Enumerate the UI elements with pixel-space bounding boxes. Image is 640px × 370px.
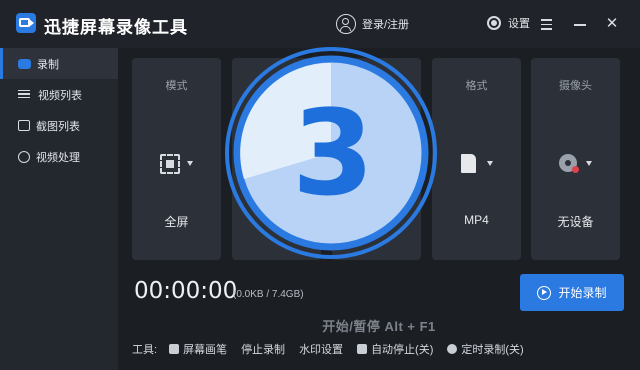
user-icon — [336, 14, 356, 34]
sidebar-item-screenshot-list[interactable]: 截图列表 — [0, 110, 118, 141]
file-icon — [461, 154, 476, 173]
tool-watermark[interactable]: 水印设置 — [299, 341, 343, 357]
option-card-format[interactable]: 格式 MP4 — [432, 58, 521, 260]
sidebar-item-record[interactable]: 录制 — [0, 48, 118, 79]
close-icon[interactable]: ✕ — [602, 14, 622, 34]
title-bar: 迅捷屏幕录像工具 登录/注册 设置 ✕ — [0, 0, 640, 48]
tools-icon — [18, 150, 30, 163]
login-label: 登录/注册 — [362, 19, 410, 31]
tool-label: 定时录制(关) — [461, 344, 524, 356]
list-icon — [18, 88, 32, 102]
tool-label: 水印设置 — [299, 344, 344, 356]
pen-icon — [169, 344, 180, 354]
clock-icon — [447, 344, 458, 354]
start-recording-button[interactable]: 开始录制 — [520, 274, 624, 311]
play-icon — [537, 285, 552, 300]
file-size-info: (0.0KB / 7.4GB) — [233, 289, 304, 300]
settings-button[interactable]: 设置 — [487, 15, 530, 31]
chevron-down-icon[interactable] — [586, 161, 592, 166]
app-logo-icon — [16, 13, 36, 33]
tool-label: 停止录制 — [241, 344, 286, 356]
card-value: 全屏 — [164, 215, 189, 229]
webcam-icon — [559, 154, 579, 173]
auto-stop-icon — [357, 344, 368, 354]
video-camera-icon — [18, 59, 31, 69]
tool-screen-pen[interactable]: 屏幕画笔 — [169, 341, 227, 357]
sidebar-item-label: 录制 — [37, 58, 59, 71]
menu-icon[interactable] — [536, 14, 556, 34]
minimize-icon[interactable] — [570, 14, 590, 34]
tools-label: 工具: — [132, 344, 158, 356]
tool-stop-recording[interactable]: 停止录制 — [241, 341, 285, 357]
image-icon — [18, 120, 30, 131]
tool-label: 自动停止(关) — [371, 344, 434, 356]
sidebar-item-label: 视频处理 — [36, 151, 80, 164]
sidebar-item-video-list[interactable]: 视频列表 — [0, 79, 118, 110]
settings-label: 设置 — [508, 18, 530, 30]
tools-bar: 工具: 屏幕画笔 停止录制 水印设置 自动停止(关) 定时录制(关) — [132, 338, 632, 360]
sidebar-item-label: 截图列表 — [36, 120, 80, 133]
card-title: 模式 — [165, 80, 188, 92]
card-title: 格式 — [465, 80, 488, 92]
tool-auto-stop[interactable]: 自动停止(关) — [357, 341, 433, 357]
card-value: MP4 — [464, 213, 489, 227]
tool-scheduled-recording[interactable]: 定时录制(关) — [447, 341, 524, 357]
option-card-webcam[interactable]: 摄像头 无设备 — [531, 58, 620, 260]
countdown-overlay: 3 — [225, 47, 437, 259]
sidebar-item-label: 视频列表 — [38, 89, 82, 102]
option-card-mode[interactable]: 模式 全屏 — [132, 58, 221, 260]
sidebar: 录制 视频列表 截图列表 视频处理 — [0, 48, 118, 370]
start-recording-label: 开始录制 — [558, 286, 607, 300]
hotkey-hint: 开始/暂停 Alt + F1 — [322, 319, 436, 334]
recording-timer: 00:00:00 — [134, 278, 238, 304]
login-button[interactable]: 登录/注册 — [336, 13, 409, 35]
sidebar-item-video-processing[interactable]: 视频处理 — [0, 141, 118, 172]
card-value: 无设备 — [557, 215, 594, 229]
app-title: 迅捷屏幕录像工具 — [44, 18, 188, 37]
card-title: 摄像头 — [559, 80, 592, 92]
chevron-down-icon[interactable] — [487, 161, 493, 166]
countdown-number: 3 — [292, 84, 374, 222]
gear-icon — [487, 16, 501, 30]
chevron-down-icon[interactable] — [187, 161, 193, 166]
tool-label: 屏幕画笔 — [183, 344, 228, 356]
fullscreen-icon — [160, 154, 180, 174]
